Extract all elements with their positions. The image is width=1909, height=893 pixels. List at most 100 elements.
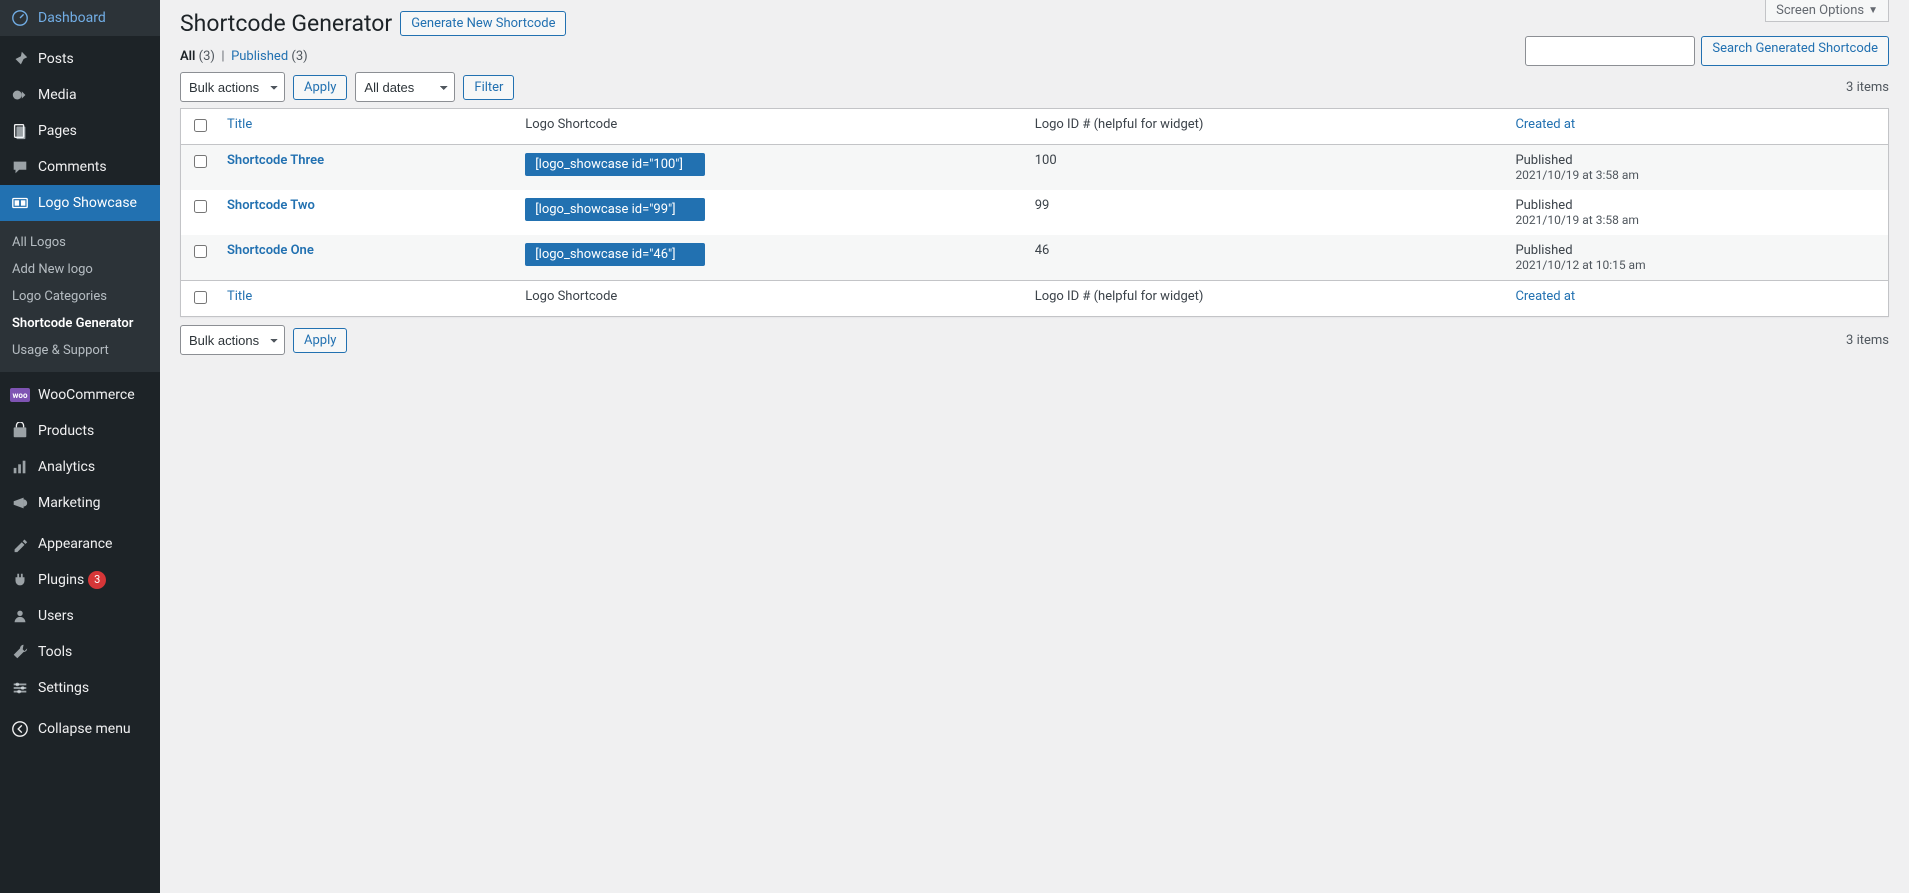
woo-icon: woo bbox=[10, 385, 30, 405]
col-title-footer[interactable]: Title bbox=[217, 280, 515, 316]
bulk-actions-select-bottom[interactable]: Bulk actions bbox=[180, 325, 285, 355]
table-row: Shortcode One [logo_showcase id="46"] 46 Pu… bbox=[181, 235, 1888, 280]
sidebar-item-marketing[interactable]: Marketing bbox=[0, 485, 160, 521]
row-title-link[interactable]: Shortcode One bbox=[227, 243, 314, 258]
submenu-logo-categories[interactable]: Logo Categories bbox=[0, 283, 160, 310]
sidebar-label: Marketing bbox=[38, 495, 101, 511]
sidebar-item-products[interactable]: Products bbox=[0, 413, 160, 449]
filter-published[interactable]: Published (3) bbox=[231, 49, 308, 64]
row-title-link[interactable]: Shortcode Two bbox=[227, 198, 315, 213]
apply-button-bottom[interactable]: Apply bbox=[293, 328, 347, 353]
sidebar-label: Settings bbox=[38, 680, 89, 696]
row-state: Published bbox=[1515, 243, 1878, 258]
showcase-icon bbox=[10, 193, 30, 213]
sidebar-submenu: All Logos Add New logo Logo Categories S… bbox=[0, 221, 160, 372]
items-count-top: 3 items bbox=[1846, 80, 1889, 95]
sidebar-label: Media bbox=[38, 87, 77, 103]
sidebar-item-woocommerce[interactable]: wooWooCommerce bbox=[0, 377, 160, 413]
dashboard-icon bbox=[10, 8, 30, 28]
row-date: 2021/10/12 at 10:15 am bbox=[1515, 258, 1878, 272]
sidebar-label: Tools bbox=[38, 644, 72, 660]
select-all-top[interactable] bbox=[194, 119, 207, 132]
date-filter-select[interactable]: All dates bbox=[355, 72, 455, 102]
items-count-bottom: 3 items bbox=[1846, 333, 1889, 348]
screen-options-label: Screen Options bbox=[1776, 3, 1864, 18]
main-content: Screen Options ▼ Shortcode Generator Gen… bbox=[160, 0, 1909, 893]
generate-new-shortcode-button[interactable]: Generate New Shortcode bbox=[400, 11, 566, 36]
marketing-icon bbox=[10, 493, 30, 513]
row-checkbox[interactable] bbox=[194, 155, 207, 168]
sidebar-label: Appearance bbox=[38, 536, 112, 552]
search-input[interactable] bbox=[1525, 36, 1695, 66]
col-created-header[interactable]: Created at bbox=[1505, 109, 1888, 145]
sidebar-label: Comments bbox=[38, 159, 107, 175]
row-logo-id: 99 bbox=[1025, 190, 1506, 235]
sidebar-item-appearance[interactable]: Appearance bbox=[0, 526, 160, 562]
row-checkbox[interactable] bbox=[194, 200, 207, 213]
sidebar-label: Products bbox=[38, 423, 94, 439]
sidebar-item-media[interactable]: Media bbox=[0, 77, 160, 113]
row-checkbox[interactable] bbox=[194, 245, 207, 258]
sidebar-item-plugins[interactable]: Plugins3 bbox=[0, 562, 160, 598]
comments-icon bbox=[10, 157, 30, 177]
sidebar-item-users[interactable]: Users bbox=[0, 598, 160, 634]
pages-icon bbox=[10, 121, 30, 141]
row-shortcode[interactable]: [logo_showcase id="99"] bbox=[525, 198, 705, 221]
sidebar-item-pages[interactable]: Pages bbox=[0, 113, 160, 149]
settings-icon bbox=[10, 678, 30, 698]
row-date: 2021/10/19 at 3:58 am bbox=[1515, 168, 1878, 182]
sidebar-label: Analytics bbox=[38, 459, 95, 475]
sidebar-item-logo-showcase[interactable]: Logo Showcase bbox=[0, 185, 160, 221]
products-icon bbox=[10, 421, 30, 441]
users-icon bbox=[10, 606, 30, 626]
chevron-down-icon: ▼ bbox=[1868, 5, 1878, 16]
tablenav-top: Bulk actions Apply All dates Filter 3 it… bbox=[180, 72, 1889, 102]
plugin-update-badge: 3 bbox=[88, 571, 106, 589]
sidebar-item-tools[interactable]: Tools bbox=[0, 634, 160, 670]
sidebar-label: Plugins bbox=[38, 572, 84, 588]
sidebar-item-comments[interactable]: Comments bbox=[0, 149, 160, 185]
row-title-link[interactable]: Shortcode Three bbox=[227, 153, 324, 168]
sidebar-item-collapse[interactable]: Collapse menu bbox=[0, 711, 160, 747]
row-logo-id: 46 bbox=[1025, 235, 1506, 280]
tablenav-bottom: Bulk actions Apply 3 items bbox=[180, 325, 1889, 355]
pin-icon bbox=[10, 49, 30, 69]
sidebar-label: Pages bbox=[38, 123, 77, 139]
search-button[interactable]: Search Generated Shortcode bbox=[1701, 36, 1889, 66]
collapse-icon bbox=[10, 719, 30, 739]
col-created-footer[interactable]: Created at bbox=[1505, 280, 1888, 316]
analytics-icon bbox=[10, 457, 30, 477]
row-date: 2021/10/19 at 3:58 am bbox=[1515, 213, 1878, 227]
sidebar-label: Posts bbox=[38, 51, 74, 67]
filter-all[interactable]: All (3) bbox=[180, 49, 215, 64]
col-title-header[interactable]: Title bbox=[217, 109, 515, 145]
sidebar-label: Dashboard bbox=[38, 10, 106, 26]
select-all-bottom[interactable] bbox=[194, 291, 207, 304]
sidebar-label: Logo Showcase bbox=[38, 195, 137, 211]
row-shortcode[interactable]: [logo_showcase id="46"] bbox=[525, 243, 705, 266]
sidebar-label: Users bbox=[38, 608, 74, 624]
table-row: Shortcode Three[logo_showcase id="100"]1… bbox=[181, 145, 1888, 190]
col-shortcode-header: Logo Shortcode bbox=[515, 109, 1024, 145]
tools-icon bbox=[10, 642, 30, 662]
row-state: Published bbox=[1515, 198, 1878, 213]
submenu-shortcode-generator[interactable]: Shortcode Generator bbox=[0, 310, 160, 337]
shortcodes-table: Title Logo Shortcode Logo ID # (helpful … bbox=[180, 108, 1889, 317]
sidebar-item-dashboard[interactable]: Dashboard bbox=[0, 0, 160, 36]
col-logo-id-footer: Logo ID # (helpful for widget) bbox=[1025, 280, 1506, 316]
submenu-usage-support[interactable]: Usage & Support bbox=[0, 337, 160, 364]
apply-button-top[interactable]: Apply bbox=[293, 75, 347, 100]
row-state: Published bbox=[1515, 153, 1878, 168]
filter-button[interactable]: Filter bbox=[463, 75, 514, 100]
row-shortcode[interactable]: [logo_showcase id="100"] bbox=[525, 153, 705, 176]
sidebar-item-settings[interactable]: Settings bbox=[0, 670, 160, 706]
submenu-all-logos[interactable]: All Logos bbox=[0, 229, 160, 256]
submenu-add-new-logo[interactable]: Add New logo bbox=[0, 256, 160, 283]
col-shortcode-footer: Logo Shortcode bbox=[515, 280, 1024, 316]
bulk-actions-select-top[interactable]: Bulk actions bbox=[180, 72, 285, 102]
screen-options-button[interactable]: Screen Options ▼ bbox=[1765, 0, 1889, 22]
sidebar-item-posts[interactable]: Posts bbox=[0, 41, 160, 77]
page-title: Shortcode Generator bbox=[180, 10, 392, 37]
admin-sidebar: Dashboard Posts Media Pages Comments Log… bbox=[0, 0, 160, 893]
sidebar-item-analytics[interactable]: Analytics bbox=[0, 449, 160, 485]
